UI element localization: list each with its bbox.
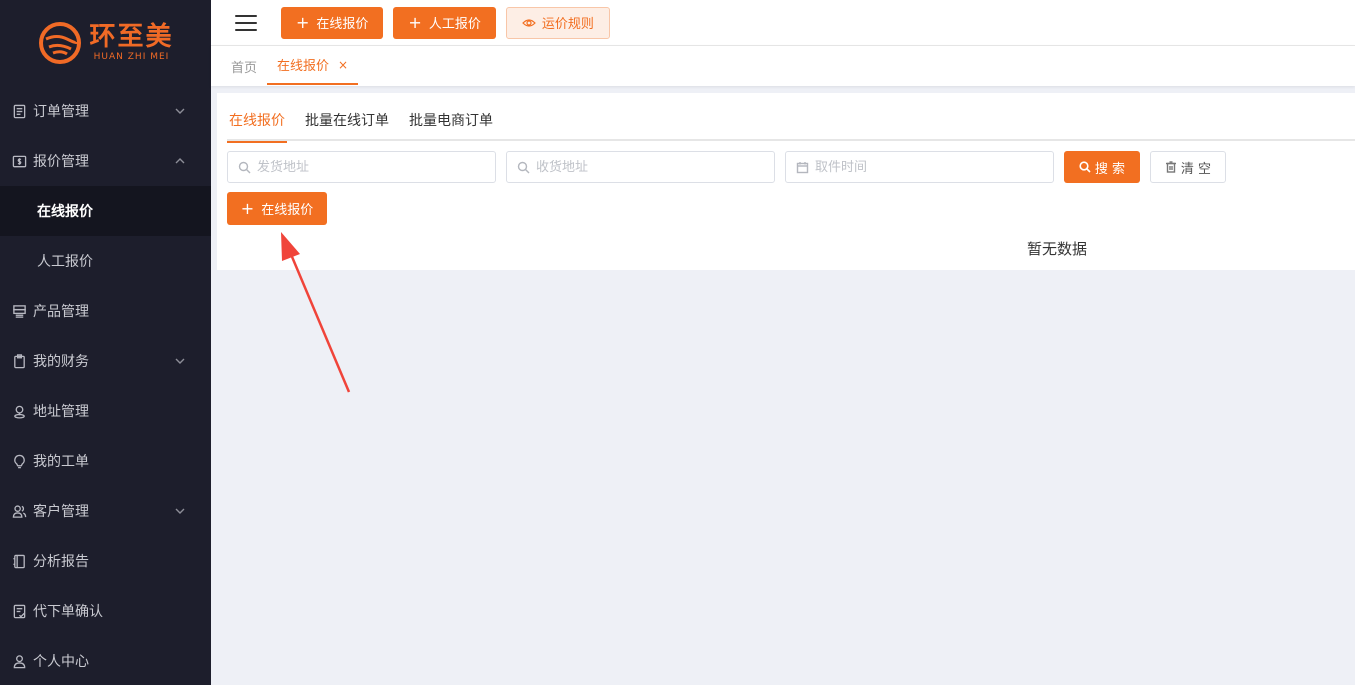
sidebar-item-profile[interactable]: 个人中心 — [0, 636, 211, 685]
online-quote-button[interactable]: + 在线报价 — [281, 6, 384, 39]
main-content-card: 在线报价 批量在线订单 批量电商订单 搜 索 清 空 + 在线报价 暂无数据 — [217, 93, 1355, 270]
sidebar-subitem-label: 人工报价 — [37, 254, 93, 270]
sidebar-item-label: 个人中心 — [33, 654, 89, 670]
brand-logo[interactable]: 环至美 HUAN ZHI MEI — [0, 0, 211, 86]
sidebar-item-label: 订单管理 — [33, 104, 89, 120]
chevron-down-icon — [175, 104, 185, 114]
add-online-quote-button[interactable]: + 在线报价 — [227, 192, 327, 225]
shipping-rules-button-label: 运价规则 — [541, 17, 594, 32]
pickup-time-input[interactable] — [815, 159, 1015, 175]
eye-icon — [521, 18, 536, 27]
clear-button[interactable]: 清 空 — [1150, 151, 1226, 183]
sidebar-item-orders[interactable]: 订单管理 — [0, 86, 211, 136]
subtab-batch-online-orders[interactable]: 批量在线订单 — [303, 111, 391, 141]
manual-quote-button[interactable]: + 人工报价 — [393, 6, 496, 39]
document-list-icon — [11, 103, 27, 119]
search-button[interactable]: 搜 索 — [1064, 151, 1140, 183]
globe-logo-icon — [39, 22, 82, 64]
user-icon — [11, 653, 27, 669]
empty-state-text: 暂无数据 — [1027, 240, 1088, 258]
subtab-online-quote[interactable]: 在线报价 — [227, 111, 287, 143]
subtab-batch-ecommerce-orders[interactable]: 批量电商订单 — [407, 111, 495, 141]
sidebar-subitem-manual-quote[interactable]: 人工报价 — [0, 236, 211, 286]
trash-icon — [1165, 161, 1176, 173]
plus-icon: + — [296, 12, 310, 32]
sidebar-item-customers[interactable]: 客户管理 — [0, 486, 211, 536]
brand-name-cn: 环至美 — [89, 22, 174, 52]
plus-icon: + — [408, 12, 422, 32]
sidebar-item-proxy-order-confirm[interactable]: 代下单确认 — [0, 586, 211, 636]
brand-text: 环至美 HUAN ZHI MEI — [89, 23, 173, 63]
online-quote-button-label: 在线报价 — [316, 17, 369, 32]
manual-quote-button-label: 人工报价 — [428, 17, 481, 32]
tab-online-quote[interactable]: 在线报价 × — [267, 46, 359, 85]
subtabs: 在线报价 批量在线订单 批量电商订单 — [227, 111, 1355, 143]
page-tabs-bar: 首页 在线报价 × — [211, 46, 1355, 86]
sidebar-item-quotes[interactable]: 报价管理 — [0, 136, 211, 186]
ship-to-field[interactable] — [506, 151, 775, 183]
sidebar-item-label: 客户管理 — [33, 504, 89, 520]
sidebar-item-finance[interactable]: 我的财务 — [0, 336, 211, 386]
sidebar-item-label: 代下单确认 — [33, 604, 103, 620]
tab-home[interactable]: 首页 — [231, 57, 257, 76]
map-pin-icon — [11, 403, 27, 419]
sidebar-item-reports[interactable]: 分析报告 — [0, 536, 211, 586]
search-icon — [517, 161, 530, 174]
plus-icon: + — [240, 198, 255, 218]
sidebar-item-products[interactable]: 产品管理 — [0, 286, 211, 336]
notebook-icon — [11, 553, 27, 569]
sidebar-item-label: 我的工单 — [33, 454, 89, 470]
users-icon — [11, 503, 27, 519]
sidebar: 环至美 HUAN ZHI MEI 订单管理 报价管理 在线报价 人工报价 产品管… — [0, 0, 211, 685]
bulb-icon — [11, 453, 27, 469]
search-icon — [238, 161, 251, 174]
clipboard-icon — [11, 353, 27, 369]
top-toolbar: + 在线报价 + 人工报价 运价规则 — [211, 0, 1355, 46]
brand-name-en: HUAN ZHI MEI — [93, 52, 170, 62]
chevron-down-icon — [175, 504, 185, 514]
search-icon — [1079, 161, 1091, 173]
search-button-label: 搜 索 — [1094, 161, 1126, 177]
chevron-down-icon — [175, 354, 185, 364]
ship-from-field[interactable] — [227, 151, 496, 183]
close-icon[interactable]: × — [338, 58, 348, 72]
sidebar-item-addresses[interactable]: 地址管理 — [0, 386, 211, 436]
sidebar-item-label: 分析报告 — [33, 554, 89, 570]
sidebar-item-label: 报价管理 — [33, 154, 89, 170]
dollar-card-icon — [11, 153, 27, 169]
add-online-quote-label: 在线报价 — [261, 203, 314, 218]
sidebar-subitem-label: 在线报价 — [37, 204, 93, 220]
server-stack-icon — [11, 303, 27, 319]
pickup-time-field[interactable] — [785, 151, 1054, 183]
tab-label: 在线报价 — [277, 59, 330, 74]
menu-toggle-icon[interactable] — [235, 14, 257, 31]
ship-to-input[interactable] — [536, 159, 736, 175]
sidebar-item-label: 产品管理 — [33, 304, 89, 320]
sidebar-item-label: 我的财务 — [33, 354, 89, 370]
shipping-rules-button[interactable]: 运价规则 — [505, 6, 610, 39]
ship-from-input[interactable] — [257, 159, 457, 175]
sidebar-item-label: 地址管理 — [33, 404, 89, 420]
clear-button-label: 清 空 — [1180, 161, 1212, 177]
sidebar-item-tickets[interactable]: 我的工单 — [0, 436, 211, 486]
checklist-icon — [11, 603, 27, 619]
chevron-up-icon — [175, 154, 185, 164]
calendar-icon — [796, 161, 809, 174]
sidebar-subitem-online-quote[interactable]: 在线报价 — [0, 186, 211, 236]
